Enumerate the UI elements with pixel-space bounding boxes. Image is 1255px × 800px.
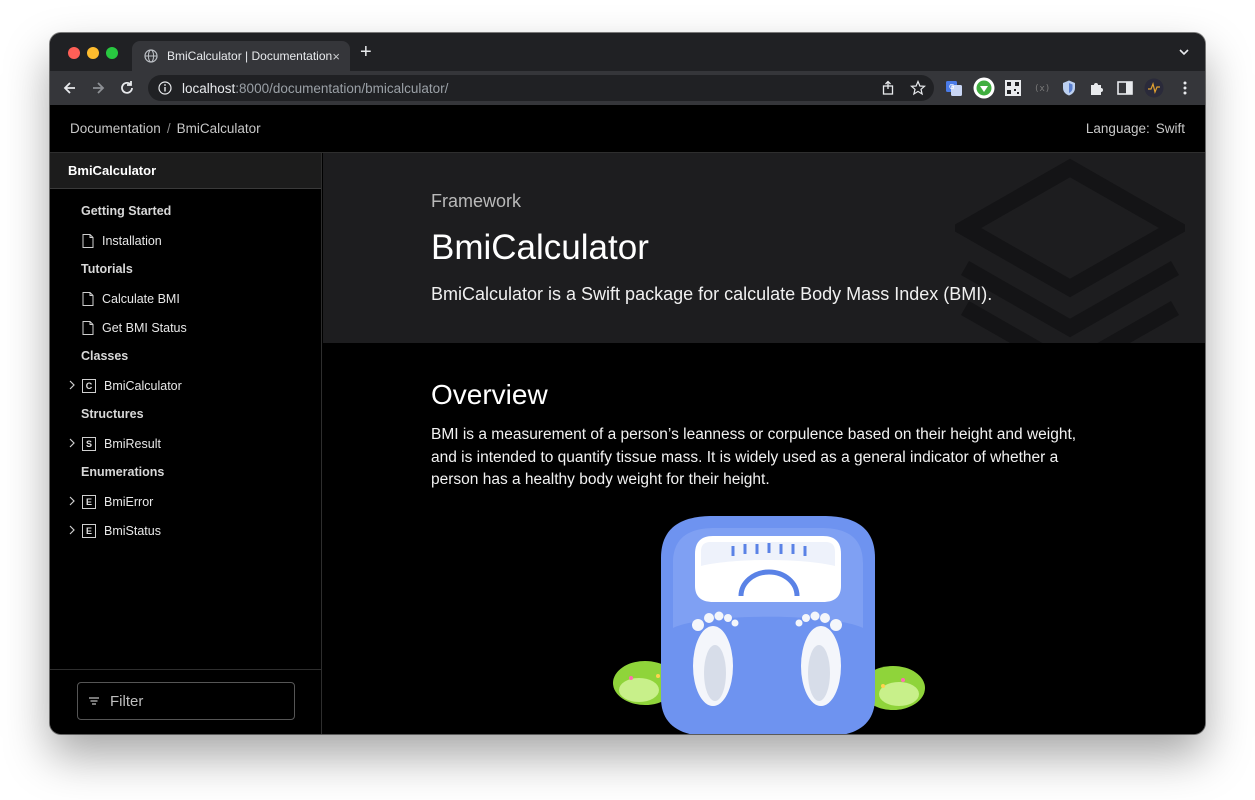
- profile-avatar-icon[interactable]: [1144, 78, 1164, 98]
- chevron-down-icon[interactable]: [1177, 45, 1191, 59]
- tab-title: BmiCalculator | Documentation: [167, 49, 333, 63]
- sidebar-item-bmistatus[interactable]: E BmiStatus: [50, 516, 321, 545]
- sidebar-item-get-bmi-status[interactable]: Get BMI Status: [50, 313, 321, 342]
- sidebar-item-label: BmiError: [104, 494, 154, 509]
- sidebar-group-enumerations: Enumerations: [81, 465, 165, 479]
- language-value[interactable]: Swift: [1156, 121, 1185, 136]
- class-badge-icon: C: [82, 378, 96, 393]
- sidebar-group-structures: Structures: [81, 407, 144, 421]
- tab-close-button[interactable]: ×: [332, 49, 340, 64]
- globe-icon: [144, 49, 158, 63]
- reload-icon[interactable]: [117, 78, 137, 98]
- sidebar-item-bmicalculator[interactable]: C BmiCalculator: [50, 371, 321, 400]
- enum-badge-icon: E: [82, 494, 96, 509]
- sidebar-item-label: BmiCalculator: [104, 378, 182, 393]
- sidebar-item-label: Installation: [102, 233, 162, 248]
- sidebar-title[interactable]: BmiCalculator: [50, 153, 321, 189]
- qr-code-extension-icon[interactable]: [1004, 79, 1022, 97]
- address-bar[interactable]: localhost:8000/documentation/bmicalculat…: [148, 75, 934, 101]
- structure-badge-icon: S: [82, 436, 96, 451]
- browser-tab[interactable]: BmiCalculator | Documentation ×: [132, 41, 350, 71]
- share-icon[interactable]: [880, 80, 896, 96]
- url-path: :8000/documentation/bmicalculator/: [235, 80, 449, 96]
- doc-icon: [82, 233, 94, 248]
- sidebar-tree: Getting Started Installation Tutorials C…: [50, 189, 321, 545]
- puzzle-extensions-icon[interactable]: [1088, 79, 1106, 97]
- overview-paragraph: BMI is a measurement of a person’s leann…: [431, 426, 1077, 488]
- language-label: Language:: [1085, 121, 1150, 136]
- sidebar-group-getting-started: Getting Started: [81, 204, 172, 218]
- translate-extension-icon[interactable]: G: [945, 79, 963, 97]
- breadcrumb-documentation-link[interactable]: Documentation: [70, 121, 161, 136]
- enum-badge-icon: E: [82, 523, 96, 538]
- page-title: BmiCalculator: [431, 228, 649, 267]
- shield-extension-icon[interactable]: [1060, 79, 1078, 97]
- doc-icon: [82, 291, 94, 306]
- intro-hero: Framework BmiCalculator BmiCalculator is…: [323, 153, 1205, 343]
- info-icon[interactable]: [158, 81, 172, 95]
- sidebar-item-bmiresult[interactable]: S BmiResult: [50, 429, 321, 458]
- side-panel-icon[interactable]: [1116, 79, 1134, 97]
- sidebar-group-classes: Classes: [81, 349, 129, 363]
- close-window-button[interactable]: [68, 47, 80, 59]
- sidebar-item-label: Calculate BMI: [102, 291, 180, 306]
- framework-layers-icon: [955, 158, 1185, 343]
- filter-placeholder: Filter: [110, 692, 144, 710]
- main-content: Framework BmiCalculator BmiCalculator is…: [323, 153, 1205, 734]
- sidebar-footer: Filter: [50, 669, 321, 734]
- language-toggle: Language: Swift: [1086, 121, 1185, 136]
- maximize-window-button[interactable]: [106, 47, 118, 59]
- sidebar-item-installation[interactable]: Installation: [50, 226, 321, 255]
- minimize-window-button[interactable]: [87, 47, 99, 59]
- sidebar-item-bmierror[interactable]: E BmiError: [50, 487, 321, 516]
- url-text: localhost:8000/documentation/bmicalculat…: [182, 81, 448, 96]
- overview-heading: Overview: [431, 379, 548, 410]
- bookmark-star-icon[interactable]: [910, 80, 926, 96]
- top-navigation: Documentation / BmiCalculator Language: …: [50, 105, 1205, 153]
- browser-toolbar: localhost:8000/documentation/bmicalculat…: [50, 71, 1205, 105]
- chevron-right-icon[interactable]: [68, 438, 76, 448]
- svg-text:(x): (x): [1034, 84, 1050, 94]
- doc-icon: [82, 320, 94, 335]
- filter-icon: [89, 697, 99, 705]
- chevron-right-icon[interactable]: [68, 496, 76, 506]
- page-abstract: BmiCalculator is a Swift package for cal…: [431, 284, 993, 304]
- navigator-sidebar: BmiCalculator Getting Started Installati…: [50, 153, 322, 734]
- chevron-right-icon[interactable]: [68, 380, 76, 390]
- sidebar-item-label: BmiResult: [104, 436, 161, 451]
- sidebar-group-tutorials: Tutorials: [81, 262, 133, 276]
- breadcrumb: Documentation / BmiCalculator: [70, 121, 261, 136]
- sidebar-item-calculate-bmi[interactable]: Calculate BMI: [50, 284, 321, 313]
- url-host: localhost: [182, 80, 236, 96]
- back-arrow-icon[interactable]: [60, 78, 80, 98]
- browser-window: BmiCalculator | Documentation × + localh…: [50, 33, 1205, 734]
- download-extension-icon[interactable]: [973, 77, 995, 99]
- role-kicker: Framework: [431, 191, 522, 211]
- svg-text:G: G: [949, 83, 954, 91]
- bathroom-scale-image: [613, 516, 925, 734]
- new-tab-button[interactable]: +: [360, 42, 372, 62]
- sidebar-item-label: BmiStatus: [104, 523, 161, 538]
- forward-arrow-icon[interactable]: [88, 78, 108, 98]
- documentation-page: Documentation / BmiCalculator Language: …: [50, 105, 1205, 734]
- sidebar-item-label: Get BMI Status: [102, 320, 187, 335]
- tab-strip: BmiCalculator | Documentation × +: [50, 33, 1205, 71]
- chevron-right-icon[interactable]: [68, 525, 76, 535]
- variables-extension-icon[interactable]: (x): [1032, 79, 1050, 97]
- breadcrumb-separator: /: [166, 121, 171, 136]
- breadcrumb-current: BmiCalculator: [176, 121, 261, 136]
- filter-input[interactable]: Filter: [77, 682, 295, 720]
- more-menu-icon[interactable]: [1176, 79, 1194, 97]
